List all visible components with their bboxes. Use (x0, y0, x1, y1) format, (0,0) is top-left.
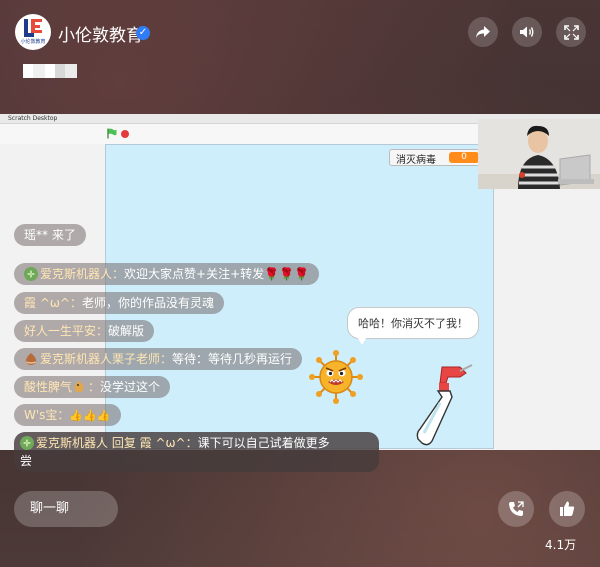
chat-text: 瑶** 来了 (24, 228, 76, 242)
chat-message[interactable]: W's宝：👍👍👍 (14, 404, 121, 426)
chat-author: 爱克斯机器人栗子老师： (40, 352, 173, 366)
share-button[interactable] (468, 17, 498, 47)
channel-title[interactable]: 小伦敦教育 (58, 21, 143, 46)
chat-message[interactable]: 爱克斯机器人栗子老师：等待：等待几秒再运行 (14, 348, 303, 370)
chat-text: 没学过这个 (100, 380, 161, 394)
chat-message[interactable]: 爱克斯机器人：欢迎大家点赞+关注+转发🌹🌹🌹 (14, 263, 319, 285)
chat-author: W's宝： (24, 408, 70, 422)
chat-text-continued: 尝 (20, 454, 33, 468)
virus-sprite-icon[interactable] (309, 350, 363, 404)
share-icon (476, 26, 490, 38)
chat-text: 课下可以自己试着做更多 (197, 436, 330, 450)
fullscreen-button[interactable] (556, 17, 586, 47)
fullscreen-icon (563, 24, 579, 40)
chat-message[interactable]: 好人一生平安：破解版 (14, 320, 155, 342)
chat-message[interactable]: 霞 ^ω^：老师，你的作品没有灵魂 (14, 292, 224, 314)
variable-label: 消灭病毒 (396, 155, 436, 166)
teacher-video-icon (478, 119, 600, 189)
bird-emoji-icon (74, 381, 85, 392)
phone-call-icon (509, 501, 524, 516)
chat-text: 破解版 (108, 324, 145, 338)
check-badge-icon: ✓ (136, 26, 150, 40)
speech-bubble-tail (356, 335, 368, 345)
chat-message[interactable]: 瑶** 来了 (14, 224, 86, 246)
live-header: 小伦敦教育 小伦敦教育 ✓ (0, 0, 600, 70)
chat-text: 欢迎大家点赞+关注+转发🌹🌹🌹 (124, 267, 309, 281)
chat-message[interactable]: 酸性脾气 ：没学过这个 (14, 376, 171, 398)
green-flag-icon[interactable] (107, 128, 117, 139)
logo-caption: 小伦敦教育 (20, 39, 46, 45)
chat-text: 等待：等待几秒再运行 (172, 352, 293, 366)
variable-value: 0 (449, 152, 479, 163)
chat-text: 👍👍👍 (69, 409, 111, 422)
chat-input[interactable]: 聊一聊 (14, 491, 118, 527)
chat-author: 霞 ^ω^： (24, 296, 82, 310)
variable-monitor: 消灭病毒 0 (389, 149, 484, 166)
volume-button[interactable] (512, 17, 542, 47)
chat-text: 老师，你的作品没有灵魂 (81, 296, 214, 310)
chat-author: 好人一生平安： (24, 324, 109, 338)
spray-bottle-icon[interactable] (412, 357, 482, 449)
chat-author: 酸性脾气 (24, 380, 73, 394)
chat-author: 爱克斯机器人： (40, 267, 125, 281)
channel-avatar[interactable]: 小伦敦教育 (15, 14, 51, 50)
logo-mark-icon (22, 19, 44, 37)
like-button[interactable] (549, 491, 585, 527)
clover-icon (20, 436, 34, 450)
volume-icon (520, 26, 534, 38)
clover-icon (24, 267, 38, 281)
thumbs-up-icon (560, 501, 575, 516)
stop-icon[interactable] (121, 130, 129, 138)
call-button[interactable] (498, 491, 534, 527)
chestnut-icon (25, 353, 37, 365)
teacher-webcam (478, 119, 600, 189)
chat-message[interactable]: 爱克斯机器人 回复 霞 ^ω^：课下可以自己试着做更多 尝 (14, 432, 379, 472)
like-count: 4.1万 (545, 538, 577, 552)
pixelated-mask (23, 64, 77, 78)
chat-author: 爱克斯机器人 回复 霞 ^ω^： (36, 436, 198, 450)
